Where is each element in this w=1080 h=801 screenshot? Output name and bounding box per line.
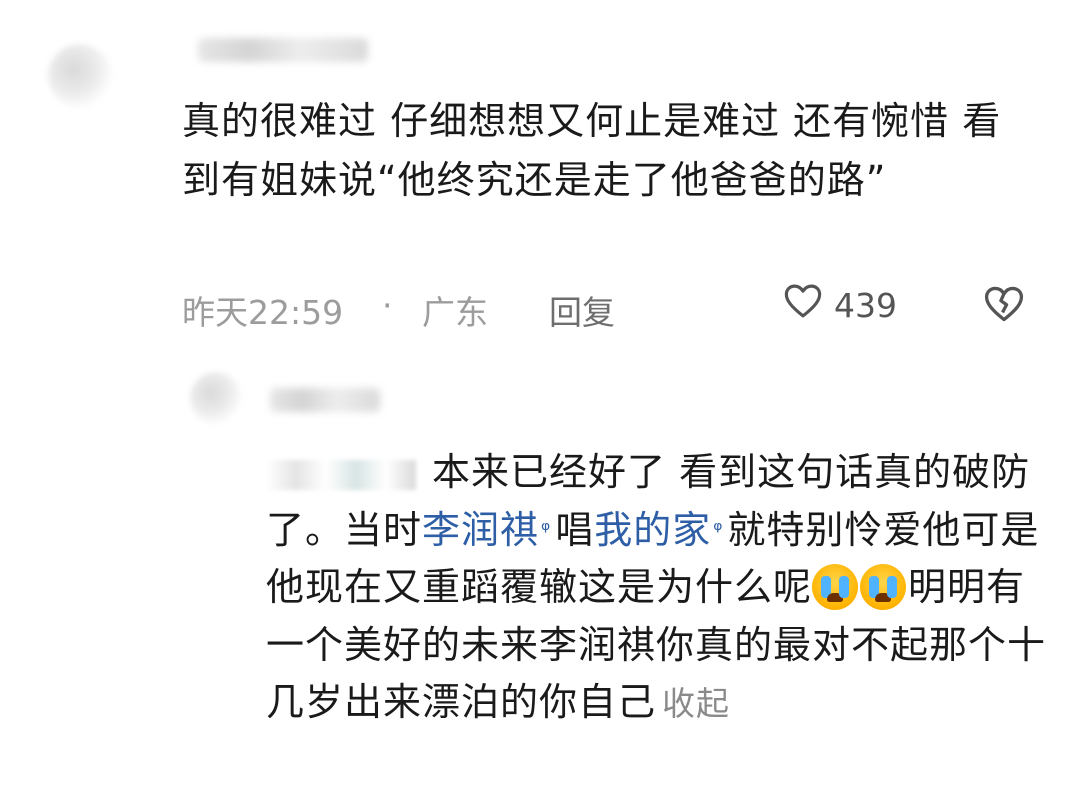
username-comment1-blurred[interactable] <box>198 38 368 62</box>
reply-button[interactable]: 回复 <box>549 286 615 334</box>
comment1-text: 真的很难过 仔细想想又何止是难过 还有惋惜 看到有姐妹说“他终究还是走了他爸爸的… <box>182 99 1002 202</box>
avatar-comment1[interactable] <box>48 44 112 108</box>
avatar-comment2[interactable] <box>190 372 242 424</box>
like-button[interactable]: 439 <box>782 280 897 325</box>
dislike-button[interactable] <box>982 282 1026 334</box>
comment2-part2: 唱 <box>555 507 595 552</box>
comment2-text: 本来已经好了 看到这句话真的破防了。当时李润祺ᵠ 唱我的家ᵠ 就特别怜爱他可是他现在… <box>266 444 1046 733</box>
meta-separator: · <box>382 286 393 325</box>
comment1-time: 昨天22:59 <box>182 293 344 332</box>
search-icon: ᵠ <box>541 517 552 543</box>
search-icon: ᵠ <box>713 517 724 543</box>
heart-outline-icon <box>784 284 822 318</box>
collapse-button[interactable]: 收起 <box>662 684 730 723</box>
crying-face-emoji <box>860 563 907 610</box>
topic-link-1-label: 李润祺 <box>422 507 540 552</box>
topic-link-2[interactable]: 我的家ᵠ <box>594 508 727 552</box>
like-count: 439 <box>834 286 897 325</box>
comment1-meta-row: 昨天22:59 · 广东 回复 439 <box>182 280 1042 336</box>
broken-heart-icon <box>984 286 1024 322</box>
topic-link-1[interactable]: 李润祺ᵠ <box>422 508 555 552</box>
comment1-location: 广东 <box>422 293 488 332</box>
topic-link-2-label: 我的家 <box>594 507 712 552</box>
mention-blurred[interactable] <box>266 459 416 490</box>
crying-face-emoji <box>812 563 859 610</box>
username-comment2-blurred[interactable] <box>270 388 380 412</box>
